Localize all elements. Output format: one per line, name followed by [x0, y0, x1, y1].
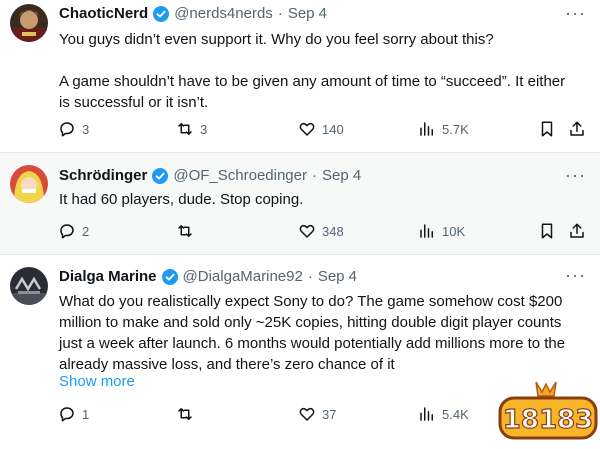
tweet-text: What do you realistically expect Sony to… [59, 291, 580, 375]
share-icon [570, 223, 584, 238]
separator-dot: · [277, 5, 283, 22]
separator-dot: · [311, 167, 317, 184]
author-handle[interactable]: @DialgaMarine92 [183, 268, 303, 285]
more-icon[interactable]: ··· [565, 3, 586, 24]
repost-button[interactable] [176, 405, 200, 423]
tweet-text: It had 60 players, dude. Stop coping. [59, 189, 580, 210]
tweet-date[interactable]: Sep 4 [288, 5, 327, 22]
tweet-actions: 2 348 10K [58, 222, 592, 244]
repost-button[interactable]: 3 [176, 120, 207, 138]
tweet-actions: 3 3 140 5.7K [58, 120, 592, 142]
reply-button[interactable]: 1 [58, 405, 89, 423]
like-icon [299, 407, 315, 421]
show-more-link[interactable]: Show more [59, 373, 135, 390]
like-icon [299, 224, 315, 238]
repost-icon [178, 408, 192, 420]
views-icon [420, 122, 433, 136]
views-icon [420, 224, 433, 238]
separator-dot: · [307, 268, 313, 285]
tweet-date[interactable]: Sep 4 [322, 167, 361, 184]
tweet-date[interactable]: Sep 4 [318, 268, 357, 285]
repost-icon [178, 225, 192, 237]
like-button[interactable]: 37 [298, 405, 336, 423]
avatar[interactable] [10, 165, 48, 203]
tweet[interactable]: ChaoticNerd @nerds4nerds · Sep 4 ··· You… [0, 0, 600, 152]
more-icon[interactable]: ··· [565, 165, 586, 186]
like-icon [299, 122, 315, 136]
verified-badge-icon [152, 167, 169, 184]
views-count: 10K [442, 223, 466, 239]
tweet-text: You guys didn’t even support it. Why do … [59, 29, 580, 113]
avatar[interactable] [10, 4, 48, 42]
share-button[interactable] [568, 120, 586, 138]
verified-badge-icon [161, 268, 178, 285]
like-count: 37 [322, 406, 337, 422]
reply-button[interactable]: 3 [58, 120, 89, 138]
views-count: 5.4K [442, 406, 469, 422]
like-count: 140 [322, 121, 344, 137]
bookmark-button[interactable] [538, 222, 556, 240]
views-icon [420, 407, 433, 421]
repost-icon [178, 123, 192, 135]
bookmark-icon [541, 223, 553, 239]
tweet[interactable]: Schrödinger @OF_Schroedinger · Sep 4 ···… [0, 153, 600, 254]
tweet-paragraph: It had 60 players, dude. Stop coping. [59, 191, 304, 208]
author-name[interactable]: ChaoticNerd [59, 5, 148, 22]
like-button[interactable]: 348 [298, 222, 344, 240]
author-name[interactable]: Dialga Marine [59, 268, 157, 285]
reply-count: 1 [82, 406, 90, 422]
reply-icon [60, 122, 74, 137]
avatar[interactable] [10, 267, 48, 305]
reply-icon [60, 224, 74, 239]
tweet-paragraph: You guys didn’t even support it. Why do … [59, 31, 494, 48]
repost-button[interactable] [176, 222, 200, 240]
reply-count: 2 [82, 223, 90, 239]
views-button[interactable]: 10K [418, 222, 465, 240]
verified-badge-icon [153, 5, 170, 22]
author-handle[interactable]: @nerds4nerds [174, 5, 273, 22]
like-button[interactable]: 140 [298, 120, 344, 138]
views-count: 5.7K [442, 121, 469, 137]
svg-text:18183: 18183 [503, 405, 593, 435]
tweet-paragraph: A game shouldn’t have to be given any am… [59, 73, 566, 111]
like-count: 348 [322, 223, 344, 239]
bookmark-button[interactable] [538, 120, 556, 138]
views-button[interactable]: 5.4K [418, 405, 469, 423]
author-handle[interactable]: @OF_Schroedinger [173, 167, 307, 184]
repost-count: 3 [200, 121, 208, 137]
reply-icon [60, 407, 74, 422]
share-button[interactable] [568, 222, 586, 240]
author-name[interactable]: Schrödinger [59, 167, 147, 184]
reply-count: 3 [82, 121, 90, 137]
more-icon[interactable]: ··· [565, 265, 586, 286]
reply-button[interactable]: 2 [58, 222, 89, 240]
views-button[interactable]: 5.7K [418, 120, 469, 138]
share-icon [570, 121, 584, 136]
watermark-logo: 18183 [496, 378, 600, 444]
bookmark-icon [541, 121, 553, 137]
tweet-paragraph: What do you realistically expect Sony to… [59, 293, 566, 373]
